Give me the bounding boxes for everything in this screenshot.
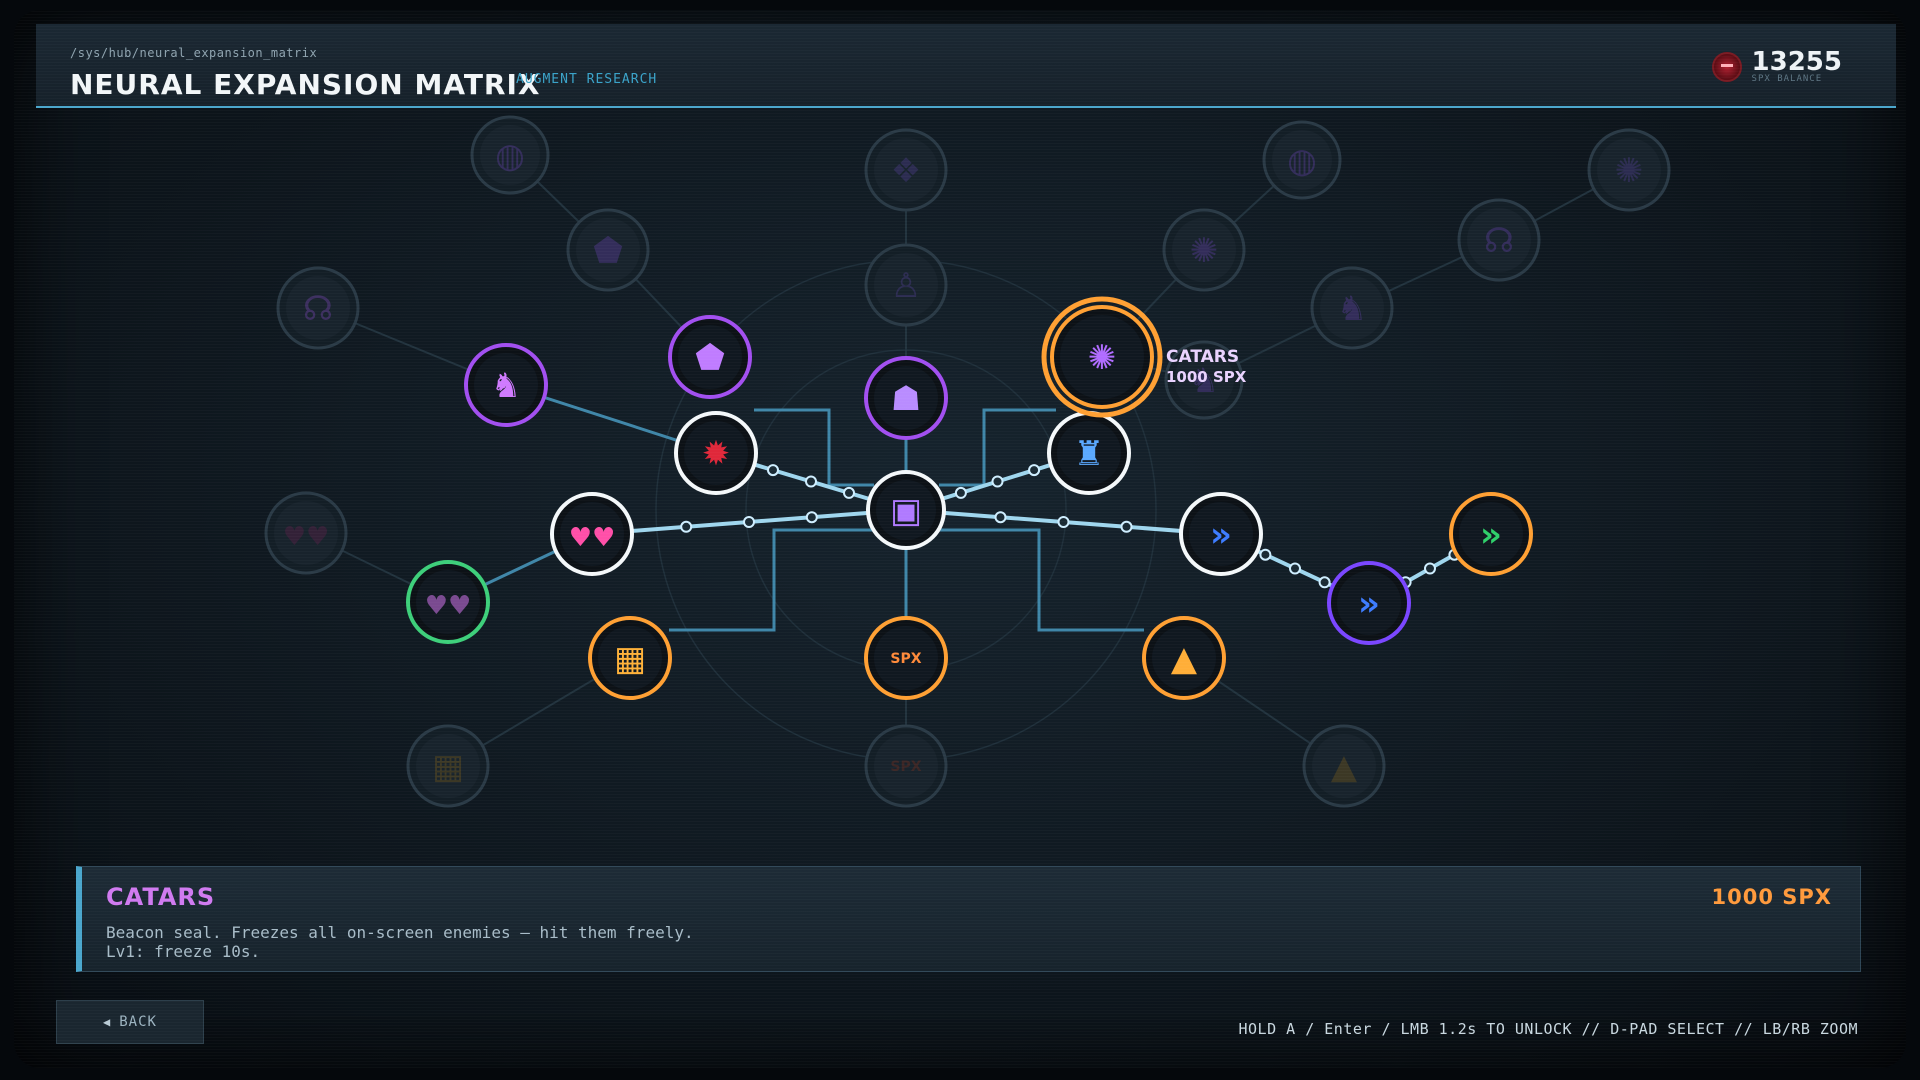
skill-node-locked-tc2: ❖ bbox=[864, 128, 948, 212]
link-pulse bbox=[1424, 562, 1436, 575]
skill-node-locked-br: ▲ bbox=[1302, 724, 1386, 808]
skill-node-locked-tr1: ✺ bbox=[1162, 208, 1246, 292]
skill-node-sigil[interactable]: ▲ bbox=[1142, 616, 1226, 700]
skill-description: Beacon seal. Freezes all on-screen enemi… bbox=[106, 923, 694, 961]
header-bar: /sys/hub/neural_expansion_matrix NEURAL … bbox=[36, 24, 1896, 108]
cyber-knight-icon: ♜ bbox=[1074, 434, 1104, 474]
skill-node-locked-tc1: ♙ bbox=[864, 243, 948, 327]
skill-node-cyber-knight[interactable]: ♜ bbox=[1047, 411, 1131, 495]
link-pulse bbox=[991, 475, 1004, 488]
skill-node-locked-tr2: ♞ bbox=[1310, 266, 1394, 350]
tooltip-cost: 1000 SPX bbox=[1166, 368, 1247, 386]
link-pulse bbox=[805, 511, 818, 524]
skill-node-twin-hearts[interactable]: ♥♥ bbox=[550, 492, 634, 576]
core-cube-icon: ▣ bbox=[890, 491, 922, 531]
skill-nodes: ▣✹♥♥♜»⬟☗✺♞♥♥▦ SPX ▲»»☊⬟◍♙❖✺♞☊♞◍ ✺♥♥▦ SPX ▲ bbox=[264, 115, 1671, 808]
locked-sigil-icon: ▲ bbox=[1331, 747, 1358, 787]
skill-description-line: Beacon seal. Freezes all on-screen enemi… bbox=[106, 923, 694, 942]
circuit-trace bbox=[669, 528, 874, 632]
tooltip-name: CATARS bbox=[1166, 347, 1239, 367]
link-pulse bbox=[1057, 516, 1070, 528]
skill-node-crimson-armor[interactable]: ✹ bbox=[674, 411, 758, 495]
locked-orb-icon: ◍ bbox=[495, 136, 525, 176]
catars-seal-icon: ✺ bbox=[1088, 338, 1117, 378]
twin-hearts-icon: ♥♥ bbox=[569, 523, 616, 553]
breadcrumb: /sys/hub/neural_expansion_matrix bbox=[70, 46, 318, 60]
currency-amount: 13255 bbox=[1751, 47, 1842, 77]
spx-core-icon: SPX bbox=[890, 651, 921, 667]
back-arrow-icon: ◀ bbox=[103, 1015, 112, 1029]
spx-coin-icon bbox=[1711, 52, 1742, 82]
skill-node-guardian[interactable]: ♞ bbox=[464, 343, 548, 427]
violet-dash-icon: » bbox=[1358, 584, 1380, 624]
link-pulse bbox=[1028, 464, 1041, 477]
locked-creature-icon: ☊ bbox=[303, 289, 333, 329]
skill-node-cyber-shield[interactable]: ⬟ bbox=[668, 315, 752, 399]
skill-node-blue-dash[interactable]: » bbox=[1179, 492, 1263, 576]
game-screen: ▣ ✹ ♥♥ ♜» ⬟ ☗ ✺ ♞ ♥♥ ▦ SPX ▲»» ☊ ⬟ ◍ ♙ ❖ ✺ ♞ ☊ ♞ ◍ ✺ ♥♥ ▦ SPX ▲ CA… bbox=[14, 10, 1906, 1068]
skill-node-locked-tl1: ☊ bbox=[276, 266, 360, 350]
skill-cost: 1000 SPX bbox=[1711, 885, 1832, 909]
crimson-armor-icon: ✹ bbox=[702, 434, 731, 474]
link-pulse bbox=[1289, 562, 1301, 575]
page-subtitle: AUGMENT RESEARCH bbox=[516, 72, 658, 87]
blue-dash-icon: » bbox=[1210, 515, 1232, 555]
green-hearts-icon: ♥♥ bbox=[425, 591, 472, 621]
cyber-shield-icon: ⬟ bbox=[695, 338, 725, 378]
sigil-icon: ▲ bbox=[1171, 639, 1198, 679]
link-pulse bbox=[1259, 548, 1272, 561]
skill-node-core[interactable]: ▣ bbox=[866, 470, 946, 550]
locked-seal-icon: ✺ bbox=[1615, 151, 1644, 191]
link-pulse bbox=[680, 520, 693, 533]
node-tooltip: CATARS 1000 SPX bbox=[1166, 347, 1247, 386]
skill-node-spx-core[interactable]: SPX bbox=[864, 616, 948, 700]
link-pulse bbox=[743, 516, 755, 528]
locked-seal-icon: ✺ bbox=[1190, 231, 1219, 271]
skill-node-violet-dash[interactable]: » bbox=[1327, 561, 1411, 645]
skill-links bbox=[305, 154, 1630, 767]
link-pulse bbox=[1318, 576, 1331, 589]
skill-node-locked-tl3: ◍ bbox=[470, 115, 550, 195]
locked-mask-icon: ⬟ bbox=[593, 231, 623, 271]
skill-node-green-hearts[interactable]: ♥♥ bbox=[406, 560, 490, 644]
circuit-trace bbox=[939, 528, 1144, 632]
green-dash-icon: » bbox=[1480, 515, 1502, 555]
skill-node-locked-l: ♥♥ bbox=[264, 491, 348, 575]
link-pulse bbox=[805, 475, 817, 488]
skill-node-locked-tr5: ◍ bbox=[1262, 120, 1342, 200]
back-button[interactable]: ◀ BACK bbox=[56, 1000, 204, 1044]
guardian-icon: ♞ bbox=[491, 366, 521, 406]
link-pulse bbox=[1120, 520, 1133, 533]
chip-icon: ▦ bbox=[614, 639, 646, 679]
controls-hint: HOLD A / Enter / LMB 1.2s TO UNLOCK // D… bbox=[1238, 1020, 1858, 1038]
skill-info-panel: CATARS 1000 SPX Beacon seal. Freezes all… bbox=[76, 866, 1861, 972]
currency-display: 13255 SPX BALANCE bbox=[1711, 47, 1842, 84]
locked-spx-icon: SPX bbox=[890, 759, 921, 775]
skill-node-chip[interactable]: ▦ bbox=[588, 616, 672, 700]
skill-node-catars[interactable]: ✺ bbox=[1041, 296, 1163, 418]
locked-hearts-icon: ♥♥ bbox=[283, 522, 330, 552]
link-pulse bbox=[994, 511, 1007, 524]
locked-chip-icon: ▦ bbox=[432, 747, 464, 787]
skill-node-locked-tr6: ✺ bbox=[1587, 128, 1671, 212]
link-pulse bbox=[843, 486, 855, 499]
skill-name: CATARS bbox=[106, 883, 216, 911]
link-pulse bbox=[767, 464, 779, 477]
locked-glyph-icon: ❖ bbox=[891, 151, 921, 191]
skill-description-line: Lv1: freeze 10s. bbox=[106, 942, 261, 961]
skill-node-locked-bl: ▦ bbox=[406, 724, 490, 808]
skill-node-locked-tl2: ⬟ bbox=[566, 208, 650, 292]
skill-node-locked-bc: SPX bbox=[864, 724, 948, 808]
page-title: NEURAL EXPANSION MATRIX bbox=[70, 68, 541, 101]
locked-figure-icon: ♙ bbox=[891, 266, 921, 306]
link-pulse bbox=[954, 486, 967, 499]
phantom-icon: ☗ bbox=[891, 379, 921, 419]
locked-orb-icon: ◍ bbox=[1287, 141, 1317, 181]
skill-node-green-dash[interactable]: » bbox=[1449, 492, 1533, 576]
back-label: BACK bbox=[119, 1014, 157, 1030]
skill-node-locked-tr3: ☊ bbox=[1457, 198, 1541, 282]
locked-creature-icon: ☊ bbox=[1484, 221, 1514, 261]
skill-node-phantom[interactable]: ☗ bbox=[864, 356, 948, 440]
locked-beast-icon: ♞ bbox=[1337, 289, 1367, 329]
